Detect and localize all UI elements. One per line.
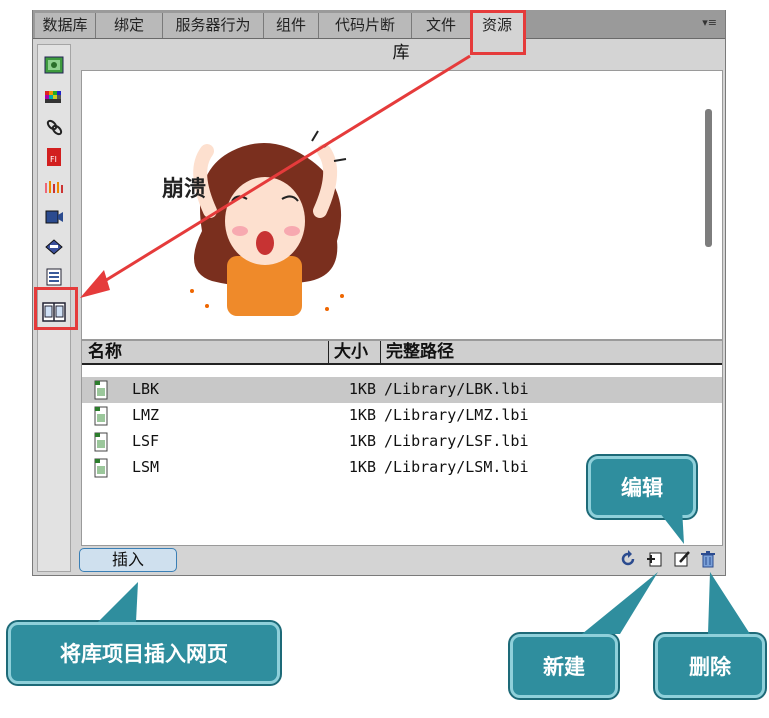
insert-callout-pointer [98,582,138,622]
item-path: /Library/LSF.lbi [384,432,529,450]
item-name: LSM [132,458,160,476]
column-path-header[interactable]: 完整路径 [386,341,454,363]
edit-icon[interactable] [673,550,691,568]
tab-files[interactable]: 文件 [412,13,471,38]
movies-icon[interactable] [44,207,64,227]
preview-image: 崩溃 [162,130,347,316]
item-size: 1KB [348,432,376,450]
panel-tab-bar: 数据库 绑定 服务器行为 组件 代码片断 文件 资源 ▾≡ [33,10,725,40]
item-path: /Library/LMZ.lbi [384,406,529,424]
preview-caption: 崩溃 [162,176,206,202]
item-size: 1KB [348,458,376,476]
library-file-icon [94,380,108,400]
new-item-icon[interactable] [645,550,663,568]
edit-callout-pointer [656,508,684,544]
assets-tab-highlight [470,10,526,55]
item-path: /Library/LBK.lbi [384,380,529,398]
tab-server-behaviors[interactable]: 服务器行为 [163,13,264,38]
item-path: /Library/LSM.lbi [384,458,529,476]
trash-icon[interactable] [699,550,717,568]
colors-icon[interactable] [44,87,64,107]
tab-bindings[interactable]: 绑定 [96,13,163,38]
item-name: LSF [132,432,160,450]
item-size: 1KB [348,380,376,398]
library-icon-highlight [34,287,78,330]
scripts-icon[interactable] [44,237,64,257]
svg-text:Fl: Fl [50,155,57,164]
new-callout-pointer [582,572,658,634]
shockwave-icon[interactable] [44,177,64,197]
preview-scrollbar[interactable] [705,109,712,247]
refresh-icon[interactable] [619,550,637,568]
library-preview: 崩溃 [81,70,723,340]
insert-callout: 将库项目插入网页 [8,622,280,684]
delete-callout-pointer [708,572,750,634]
table-row[interactable]: LBK 1KB /Library/LBK.lbi [82,377,722,403]
library-file-icon [94,406,108,426]
tab-database[interactable]: 数据库 [35,13,96,38]
column-name-header[interactable]: 名称 [88,341,122,363]
tab-components[interactable]: 组件 [264,13,319,38]
item-name: LBK [132,380,160,398]
urls-icon[interactable] [44,117,64,137]
insert-button[interactable]: 插入 [79,548,177,572]
panel-options-icon[interactable]: ▾≡ [702,16,717,29]
item-name: LMZ [132,406,160,424]
table-row[interactable]: LSF 1KB /Library/LSF.lbi [82,429,722,455]
table-header: 名称 大小 完整路径 [82,341,722,365]
library-file-icon [94,432,108,452]
delete-callout: 删除 [655,634,765,698]
new-callout: 新建 [510,634,618,698]
flash-icon[interactable]: Fl [44,147,64,167]
item-size: 1KB [348,406,376,424]
templates-icon[interactable] [44,267,64,287]
column-size-header[interactable]: 大小 [334,341,368,363]
library-title: 库 [392,43,410,63]
library-file-icon [94,458,108,478]
table-row[interactable]: LMZ 1KB /Library/LMZ.lbi [82,403,722,429]
tab-snippets[interactable]: 代码片断 [319,13,412,38]
images-icon[interactable] [44,55,64,75]
